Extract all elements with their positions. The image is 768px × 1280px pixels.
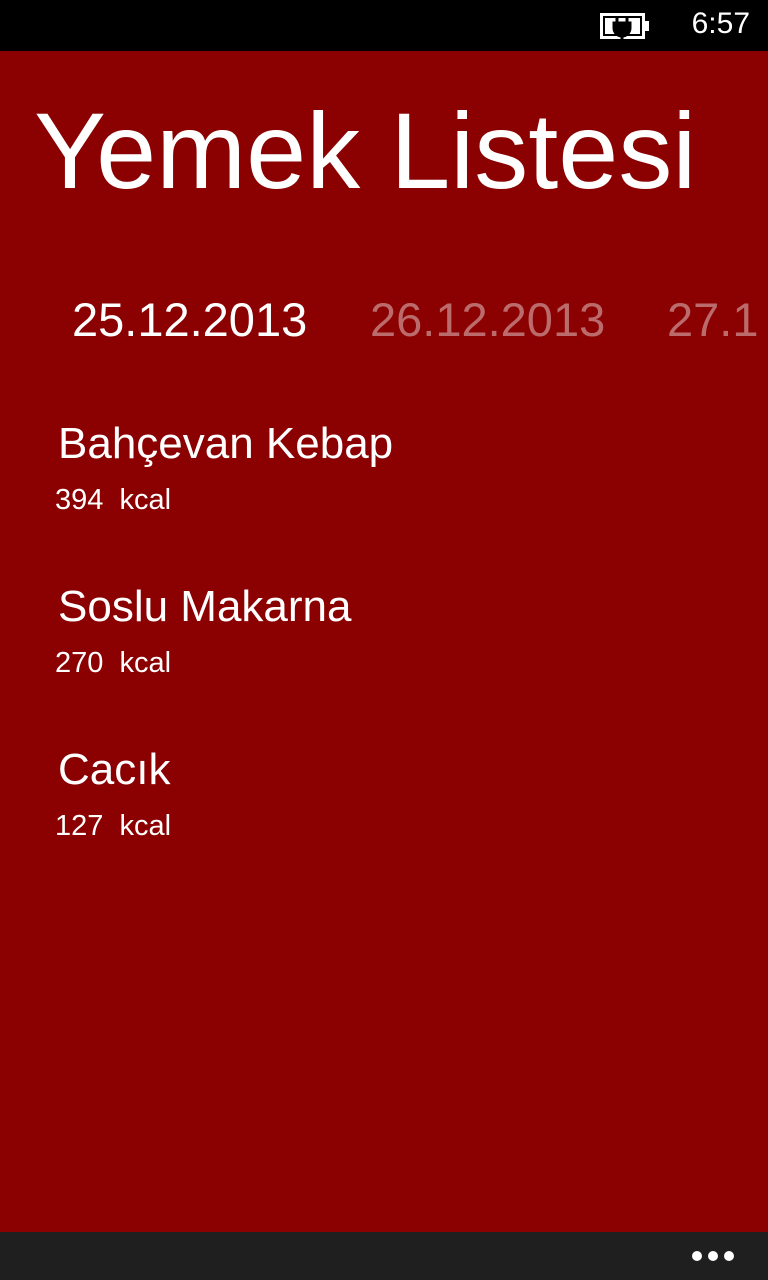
pivot-header[interactable]: 26.12.2013 (370, 287, 605, 353)
food-name: Bahçevan Kebap (58, 419, 394, 468)
list-item[interactable]: Soslu Makarna 270 kcal (0, 579, 768, 719)
app-bar (0, 1232, 768, 1280)
food-calories: 127 kcal (55, 810, 172, 842)
list-item[interactable]: Cacık 127 kcal (0, 742, 768, 882)
app-page: Yemek Listesi 25.12.2013 26.12.2013 27.1… (0, 51, 768, 1232)
battery-charging-icon (600, 13, 649, 39)
pivot-header-selected[interactable]: 25.12.2013 (72, 287, 307, 353)
food-name: Soslu Makarna (58, 582, 352, 631)
more-options-button[interactable] (678, 1232, 748, 1280)
food-calories: 394 kcal (55, 484, 172, 516)
status-bar: 6:57 (0, 0, 768, 51)
status-clock: 6:57 (691, 7, 750, 40)
food-calories: 270 kcal (55, 647, 172, 679)
pivot-headers[interactable]: 25.12.2013 26.12.2013 27.1 (0, 287, 768, 357)
ellipsis-icon (692, 1251, 734, 1261)
phone-screen: 6:57 Yemek Listesi 25.12.2013 26.12.2013… (0, 0, 768, 1280)
food-name: Cacık (58, 745, 171, 794)
list-item[interactable]: Bahçevan Kebap 394 kcal (0, 416, 768, 556)
page-title: Yemek Listesi (34, 90, 697, 211)
pivot-header[interactable]: 27.1 (667, 287, 758, 353)
